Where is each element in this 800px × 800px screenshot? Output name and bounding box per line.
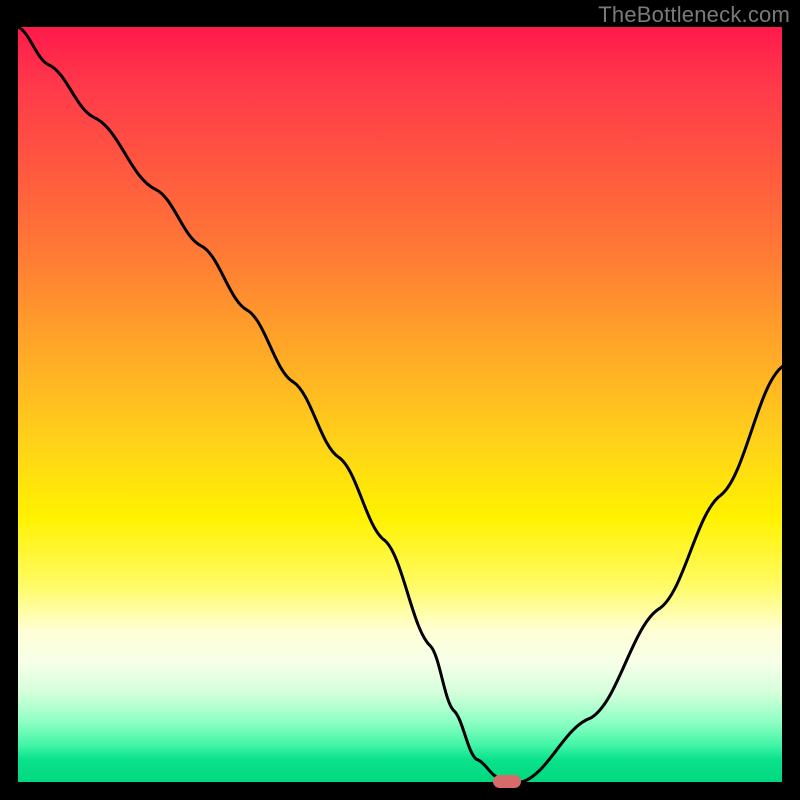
chart-frame: TheBottleneck.com [0,0,800,800]
optimal-point-marker [493,775,521,788]
curve-path [18,27,782,782]
bottleneck-curve [18,27,782,782]
watermark-text: TheBottleneck.com [598,2,790,28]
